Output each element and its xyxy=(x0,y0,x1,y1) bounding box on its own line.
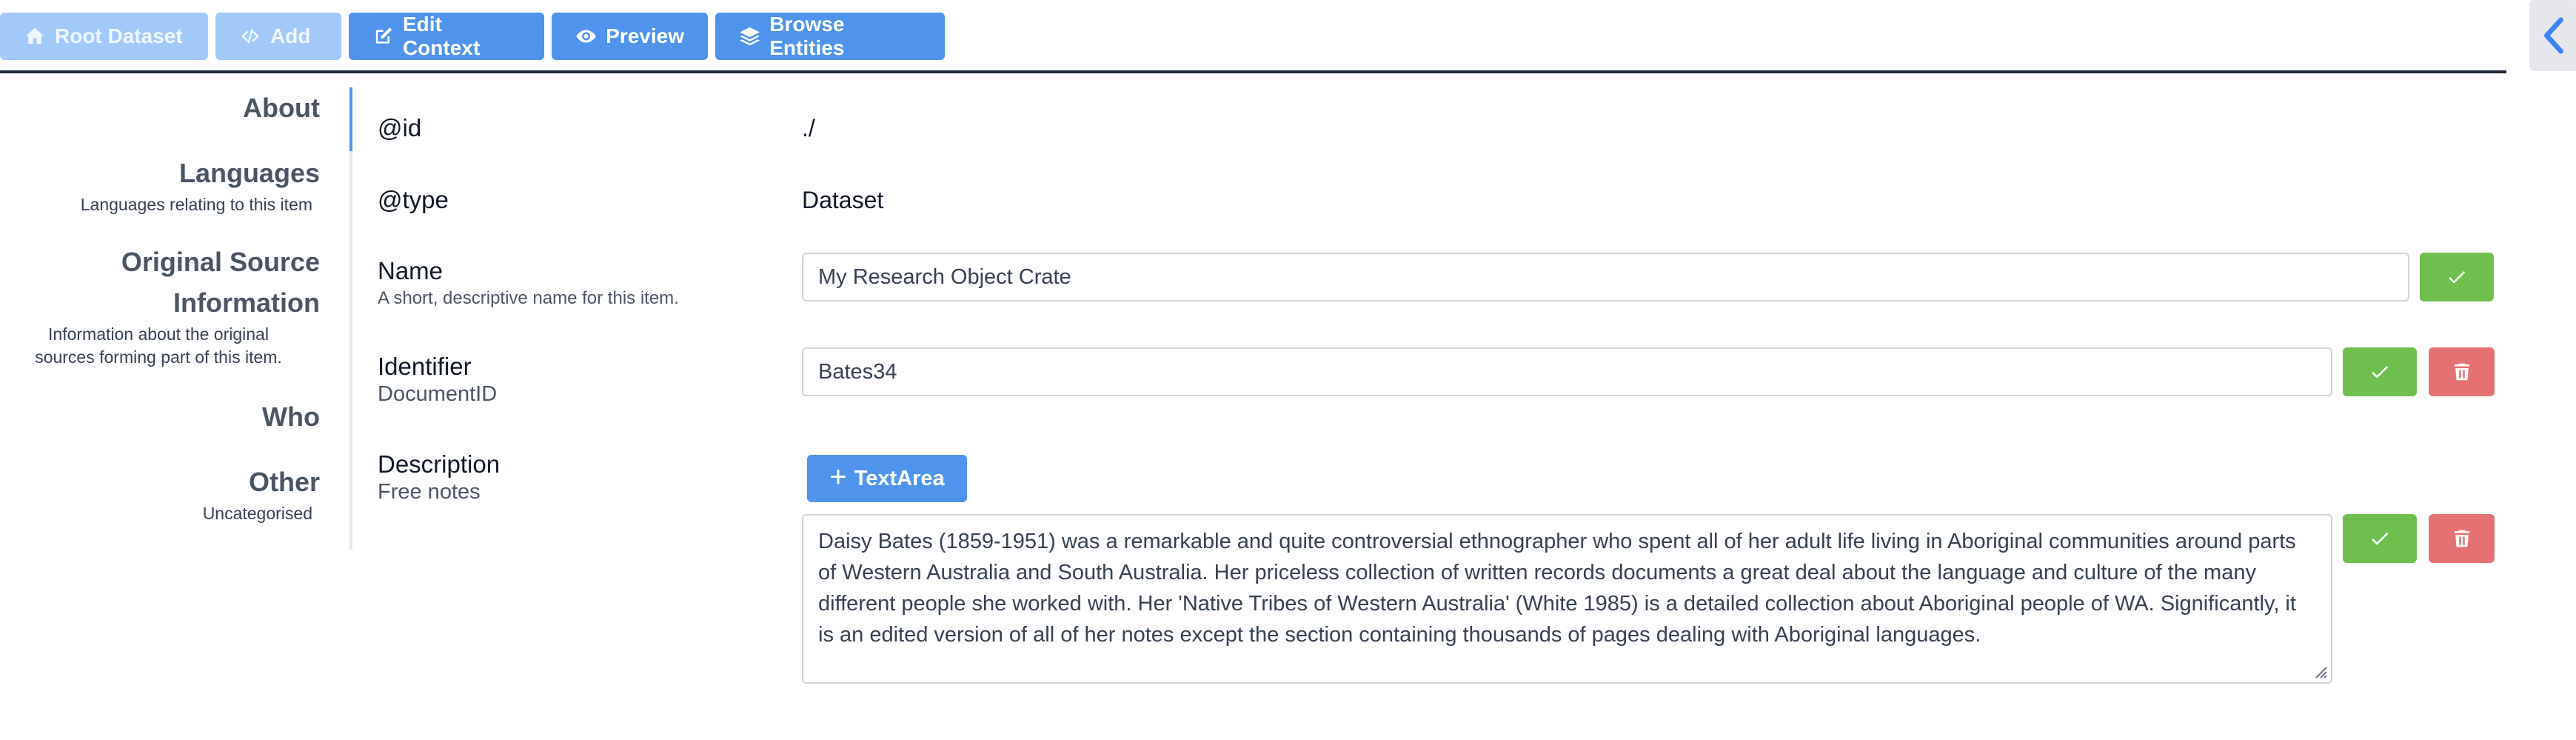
property-help: Free notes xyxy=(378,480,481,504)
sidebar-item-description: Languages relating to this item xyxy=(80,195,312,214)
sidebar-item-description: Uncategorised xyxy=(202,504,312,523)
type-value: Dataset xyxy=(802,187,884,213)
root-dataset-button[interactable]: Root Dataset xyxy=(0,13,208,60)
add-textarea-label: TextArea xyxy=(854,466,945,490)
sidebar-item-title: Information xyxy=(173,287,320,318)
property-help: A short, descriptive name for this item. xyxy=(378,288,679,308)
property-label: Name xyxy=(378,257,444,284)
home-icon xyxy=(25,27,44,44)
id-value: ./ xyxy=(802,115,815,141)
sidebar-item-original-source[interactable]: Original Source Information Information … xyxy=(3,241,320,369)
sidebar-item-title: Original Source xyxy=(121,247,320,277)
chevron-left-icon xyxy=(2544,17,2563,54)
property-label: @id xyxy=(378,114,422,141)
preview-button[interactable]: Preview xyxy=(552,13,708,60)
sidebar-item-title: Who xyxy=(262,401,320,432)
sidebar-item-title: Languages xyxy=(178,158,320,188)
description-save-button[interactable] xyxy=(2343,514,2417,563)
sidebar-item-other[interactable]: Other Uncategorised xyxy=(203,461,320,525)
description-delete-button[interactable] xyxy=(2429,514,2495,563)
sidebar-item-who[interactable]: Who xyxy=(262,396,320,437)
check-icon xyxy=(2372,533,2389,545)
description-textarea[interactable]: Daisy Bates (1859-1951) was a remarkable… xyxy=(802,514,2332,684)
add-textarea-button[interactable]: + TextArea xyxy=(807,455,967,502)
sidebar-item-description: Information about the original xyxy=(48,324,269,344)
preview-label: Preview xyxy=(606,24,684,47)
identifier-property: Identifier DocumentID xyxy=(378,352,497,407)
edit-icon xyxy=(375,27,392,44)
toolbar: Root Dataset Add Edit Context Preview Br… xyxy=(0,13,945,60)
sidebar-item-description: sources forming part of this item. xyxy=(35,347,282,367)
sidebar-item-about[interactable]: About xyxy=(243,87,320,128)
add-button[interactable]: Add xyxy=(215,13,341,60)
root-dataset-label: Root Dataset xyxy=(55,24,183,47)
edit-context-label: Edit Context xyxy=(402,13,481,59)
layers-icon xyxy=(740,27,760,46)
sidebar-item-title: Other xyxy=(248,467,320,497)
trash-icon xyxy=(2454,530,2469,547)
collapse-panel-button[interactable] xyxy=(2529,0,2576,71)
identifier-save-button[interactable] xyxy=(2343,347,2417,396)
eye-icon xyxy=(576,30,596,43)
name-save-button[interactable] xyxy=(2420,253,2494,301)
browse-entities-label: Browse Entities xyxy=(769,13,845,59)
browse-entities-button[interactable]: Browse Entities xyxy=(715,13,945,60)
description-property: Description Free notes xyxy=(378,450,500,504)
check-icon xyxy=(2449,271,2466,284)
toolbar-divider xyxy=(0,70,2506,73)
identifier-delete-button[interactable] xyxy=(2429,347,2495,396)
trash-icon xyxy=(2454,363,2469,381)
description-text: Daisy Bates (1859-1951) was a remarkable… xyxy=(818,530,2296,647)
add-label: Add xyxy=(270,24,311,47)
sidebar-nav: About Languages Languages relating to th… xyxy=(0,87,352,550)
resize-handle-icon[interactable] xyxy=(2312,663,2328,679)
property-help: DocumentID xyxy=(378,382,498,406)
sidebar-active-indicator xyxy=(349,87,352,151)
sidebar-item-languages[interactable]: Languages Languages relating to this ite… xyxy=(81,153,320,216)
property-label: Identifier xyxy=(378,353,472,380)
type-property: @type xyxy=(378,185,449,215)
name-property: Name A short, descriptive name for this … xyxy=(378,256,679,311)
code-icon xyxy=(241,29,259,44)
identifier-input[interactable]: Bates34 xyxy=(802,347,2332,396)
plus-icon: + xyxy=(829,461,847,493)
sidebar-item-title: About xyxy=(243,93,320,123)
property-label: @type xyxy=(378,186,449,213)
name-input[interactable]: My Research Object Crate xyxy=(802,253,2409,301)
property-label: Description xyxy=(378,450,501,478)
id-property: @id xyxy=(378,113,421,143)
check-icon xyxy=(2372,366,2389,379)
edit-context-button[interactable]: Edit Context xyxy=(349,13,544,60)
